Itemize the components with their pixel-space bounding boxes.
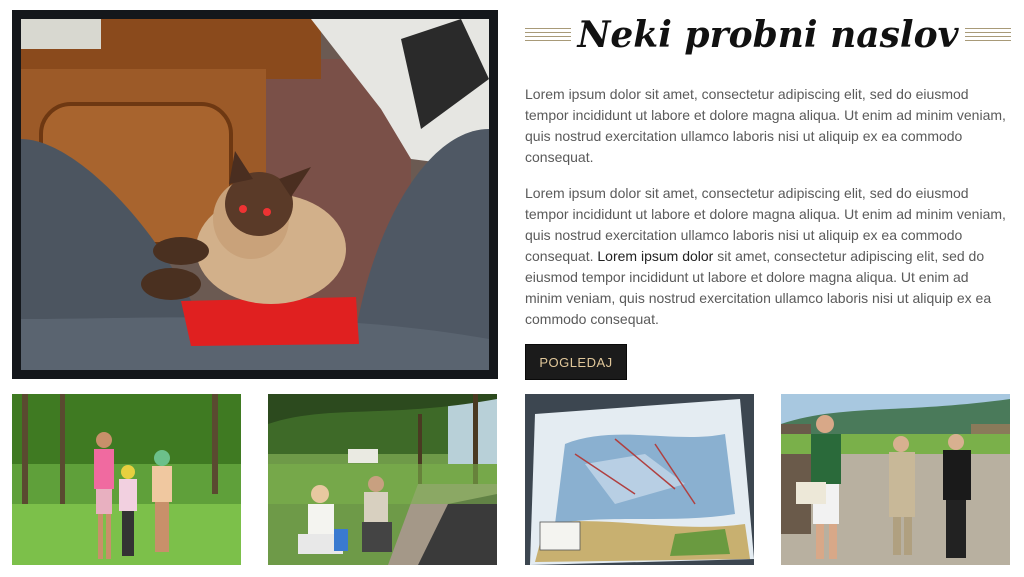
hero-cat-photo[interactable] (21, 19, 489, 370)
paragraph-emphasis: Lorem ipsum dolor (597, 248, 714, 264)
gallery-thumb-2[interactable] (268, 394, 497, 565)
gallery-thumb-3[interactable] (525, 394, 754, 565)
gallery-thumb-4[interactable] (781, 394, 1010, 565)
article-title-block: Neki probni naslov (525, 10, 1011, 62)
gallery-thumb-1[interactable] (12, 394, 241, 565)
article-paragraph-1: Lorem ipsum dolor sit amet, consectetur … (525, 86, 1006, 165)
tourists-mountain-photo-icon (781, 394, 1010, 565)
girls-in-meadow-photo-icon (12, 394, 241, 565)
article-paragraph-2: Lorem ipsum dolor sit amet, consectetur … (525, 183, 1007, 330)
pogledaj-button[interactable]: POGLEDAJ (525, 344, 627, 380)
cat-photo-icon (21, 19, 489, 370)
hero-image-frame (12, 10, 498, 379)
ski-trail-map-photo-icon (525, 394, 754, 565)
title-label: Neki probni naslov (571, 14, 965, 56)
page-title: Neki probni naslov (525, 10, 1011, 60)
seated-women-park-photo-icon (268, 394, 497, 565)
